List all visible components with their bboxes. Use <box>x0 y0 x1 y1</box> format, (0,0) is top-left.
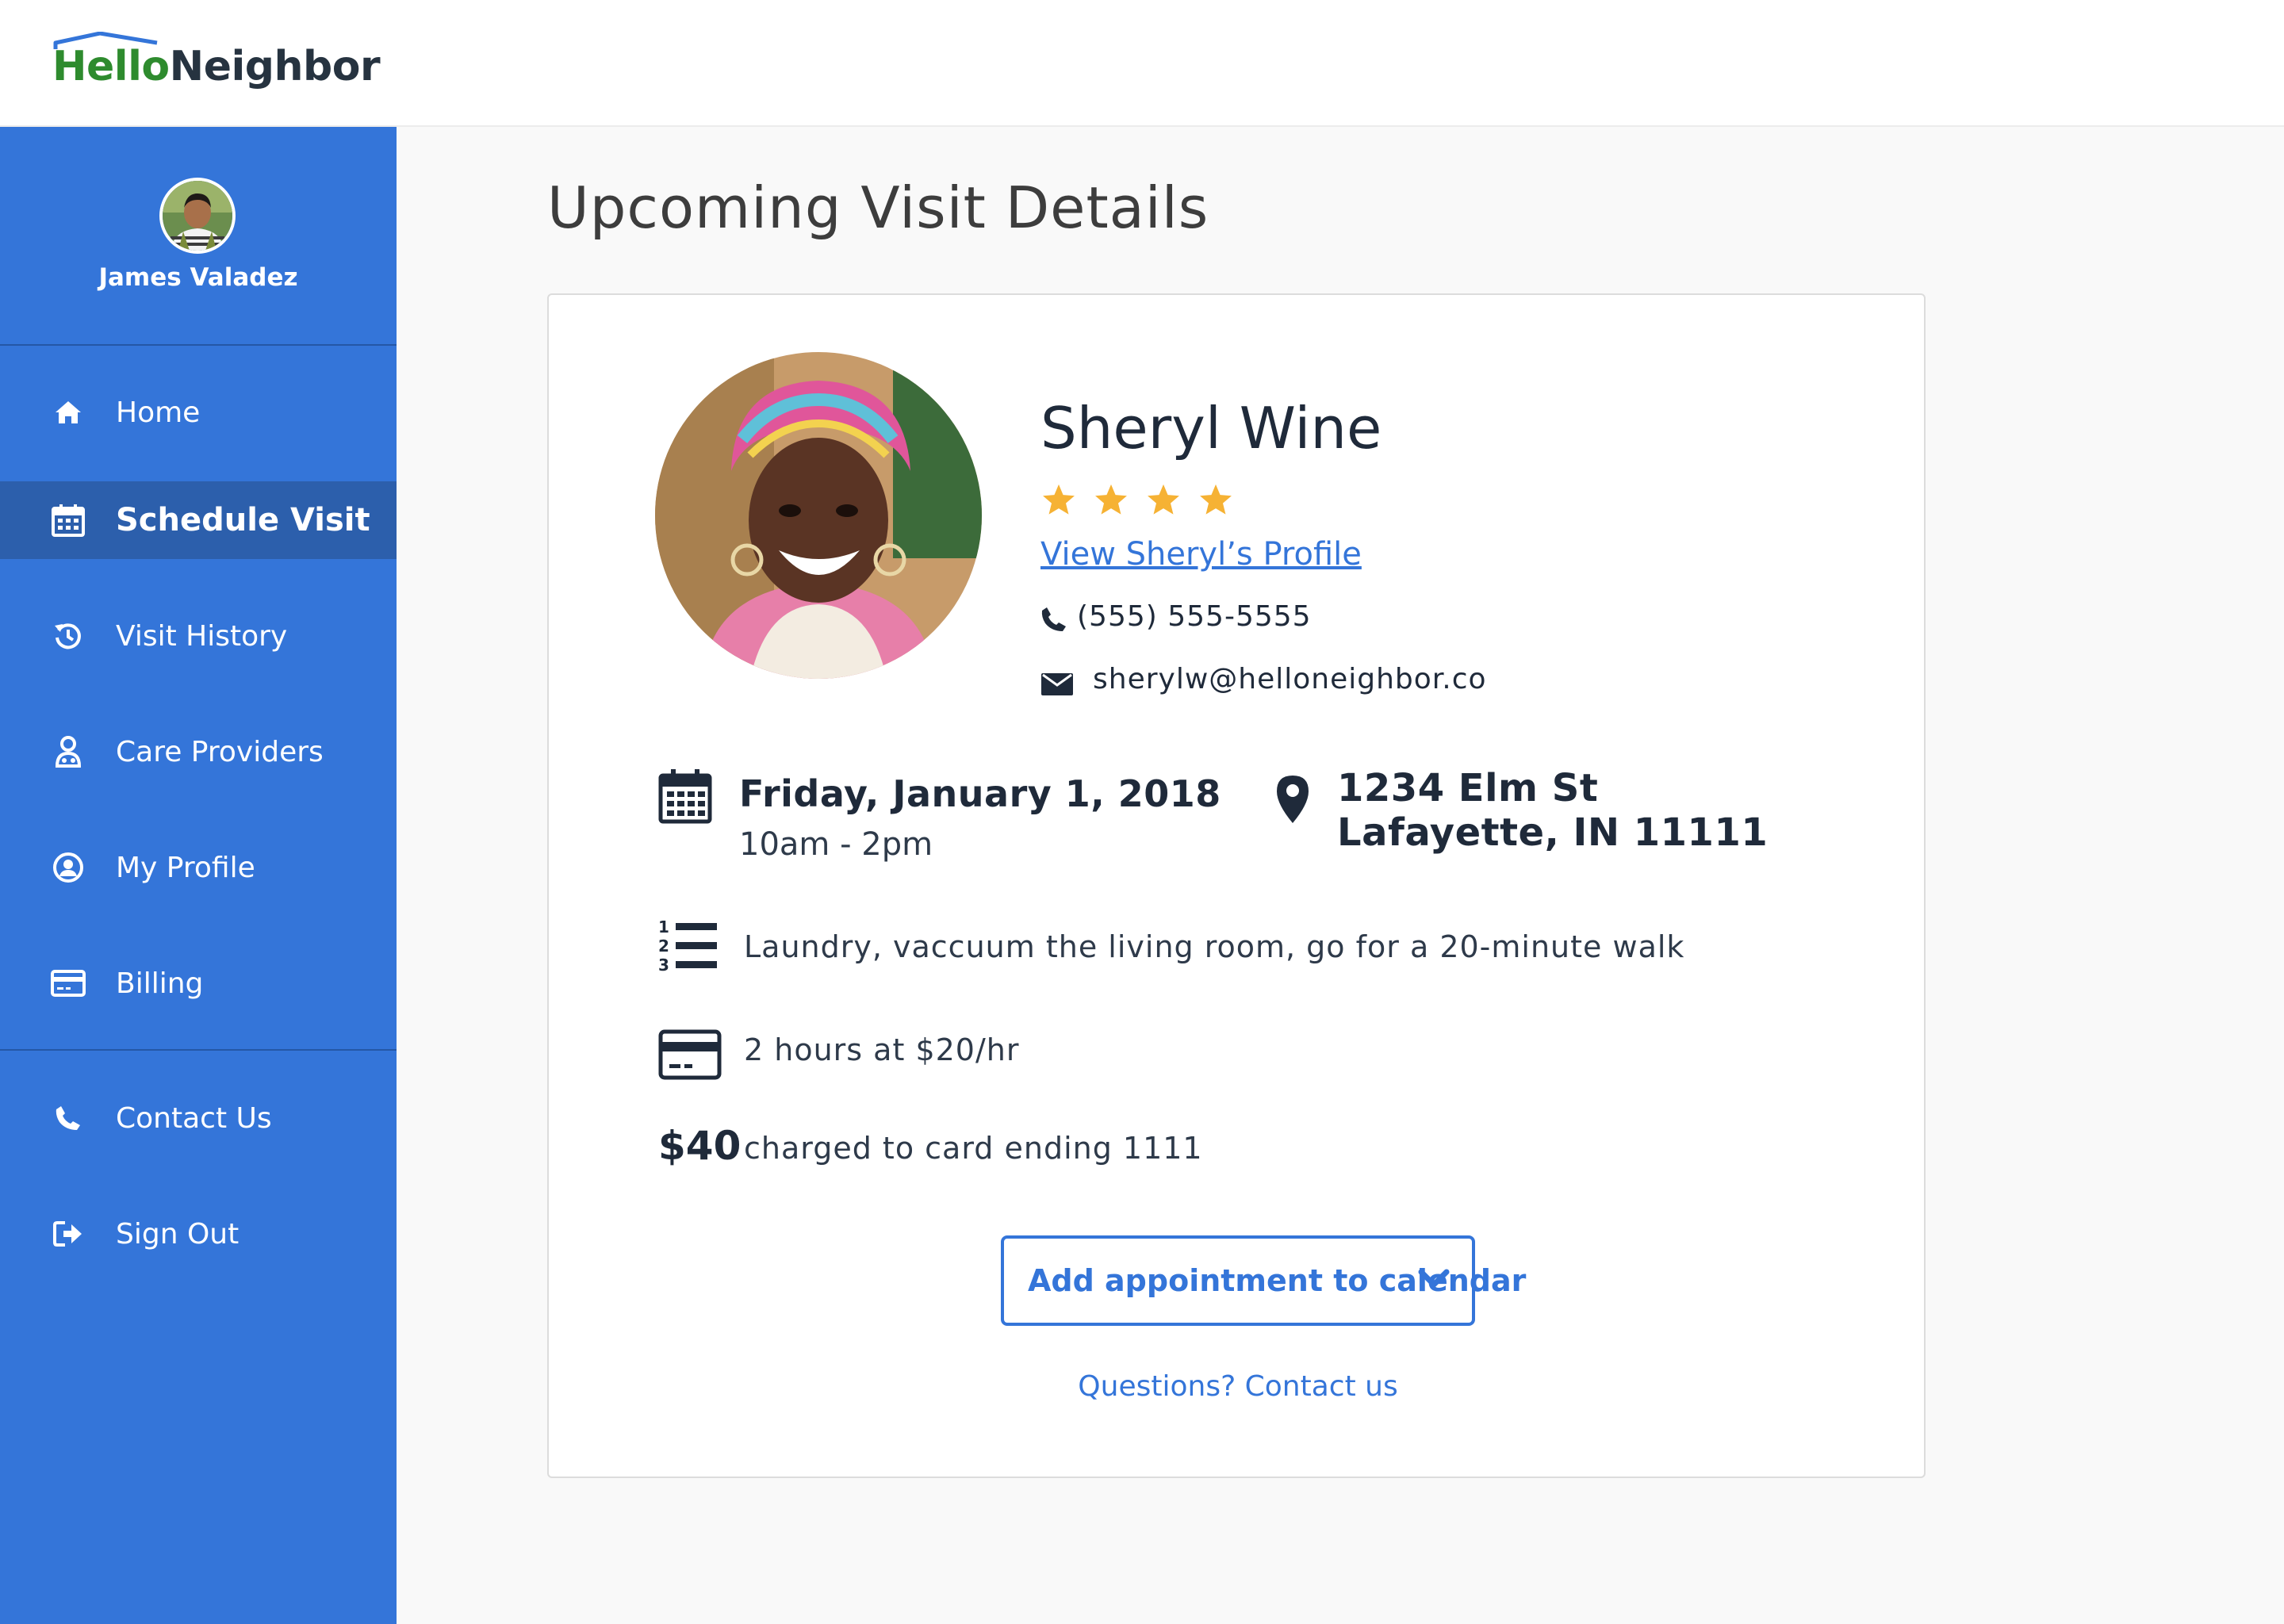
charge-amount: $40 <box>658 1123 742 1169</box>
chevron-down-icon <box>1418 1269 1450 1288</box>
page-title: Upcoming Visit Details <box>547 174 1209 241</box>
svg-text:1: 1 <box>658 918 669 936</box>
visit-tasks: Laundry, vaccuum the living room, go for… <box>744 929 1685 964</box>
care-provider-icon <box>51 734 86 769</box>
calendar-icon <box>51 503 86 538</box>
envelope-icon <box>1041 672 1073 695</box>
provider-photo <box>655 352 982 679</box>
charge-note: charged to card ending 1111 <box>744 1131 1203 1166</box>
sidebar-divider <box>0 1049 397 1051</box>
credit-card-icon <box>51 966 86 1001</box>
visit-details-card: Sheryl Wine View Sheryl’s Profile (555) … <box>547 293 1926 1478</box>
sidebar-item-billing[interactable]: Billing <box>0 944 397 1022</box>
sidebar-item-sign-out[interactable]: Sign Out <box>0 1195 397 1273</box>
sidebar-item-care-providers[interactable]: Care Providers <box>0 713 397 791</box>
star-icon <box>1148 484 1179 515</box>
sidebar: James Valadez Home Schedule Visit Visit … <box>0 127 397 1624</box>
visit-address: 1234 Elm St Lafayette, IN 11111 <box>1337 766 1768 855</box>
phone-icon <box>51 1101 86 1136</box>
sidebar-item-label: Schedule Visit <box>116 502 370 538</box>
sign-out-icon <box>51 1216 86 1251</box>
logo-hello-text: Hello <box>52 43 170 90</box>
view-profile-link[interactable]: View Sheryl’s Profile <box>1040 536 1362 573</box>
provider-email: sherylw@helloneighbor.co <box>1040 663 1487 695</box>
top-header: HelloNeighbor <box>0 0 2284 127</box>
map-pin-icon <box>1277 776 1309 823</box>
sidebar-item-schedule-visit[interactable]: Schedule Visit <box>0 481 397 559</box>
provider-name: Sheryl Wine <box>1040 395 1382 462</box>
user-circle-icon <box>51 850 86 885</box>
sidebar-item-label: My Profile <box>116 851 255 884</box>
phone-number: (555) 555-5555 <box>1077 599 1312 633</box>
sidebar-item-my-profile[interactable]: My Profile <box>0 829 397 906</box>
history-icon <box>51 619 86 653</box>
numbered-list-icon: 123 <box>658 918 717 974</box>
sidebar-item-visit-history[interactable]: Visit History <box>0 597 397 675</box>
user-avatar-photo <box>163 181 232 251</box>
user-name: James Valadez <box>98 263 298 292</box>
home-icon <box>51 395 86 430</box>
visit-rate: 2 hours at $20/hr <box>744 1032 1020 1067</box>
star-icon <box>1043 484 1075 515</box>
questions-contact-link[interactable]: Questions? Contact us <box>549 1370 1927 1403</box>
star-rating <box>1040 482 1234 519</box>
sidebar-item-label: Contact Us <box>116 1101 272 1135</box>
visit-time: 10am - 2pm <box>739 826 933 863</box>
address-line1: 1234 Elm St <box>1337 766 1599 810</box>
avatar[interactable] <box>159 178 236 254</box>
email-address: sherylw@helloneighbor.co <box>1093 663 1487 695</box>
credit-card-icon <box>658 1029 722 1080</box>
sidebar-item-label: Billing <box>116 967 204 1000</box>
sidebar-item-contact-us[interactable]: Contact Us <box>0 1079 397 1157</box>
add-to-calendar-button[interactable]: Add appointment to calendar <box>1001 1235 1526 1326</box>
provider-phone: (555) 555-5555 <box>1040 599 1312 633</box>
star-icon <box>1200 484 1232 515</box>
sidebar-item-label: Visit History <box>116 619 288 653</box>
sidebar-item-home[interactable]: Home <box>0 373 397 451</box>
sidebar-item-label: Sign Out <box>116 1217 240 1251</box>
user-block: James Valadez <box>0 127 397 344</box>
calendar-icon <box>658 769 712 824</box>
star-icon <box>1095 484 1127 515</box>
add-to-calendar-label: Add appointment to calendar <box>1028 1263 1527 1298</box>
sidebar-item-label: Care Providers <box>116 735 324 768</box>
sidebar-divider <box>0 344 397 346</box>
sidebar-item-label: Home <box>116 396 201 429</box>
logo-neighbor-text: Neighbor <box>169 43 381 90</box>
svg-text:2: 2 <box>658 936 669 956</box>
address-line2: Lafayette, IN 11111 <box>1337 810 1769 855</box>
visit-date: Friday, January 1, 2018 <box>739 772 1221 815</box>
svg-text:3: 3 <box>658 956 669 974</box>
logo-text: HelloNeighbor <box>52 43 381 90</box>
phone-icon <box>1041 607 1066 631</box>
